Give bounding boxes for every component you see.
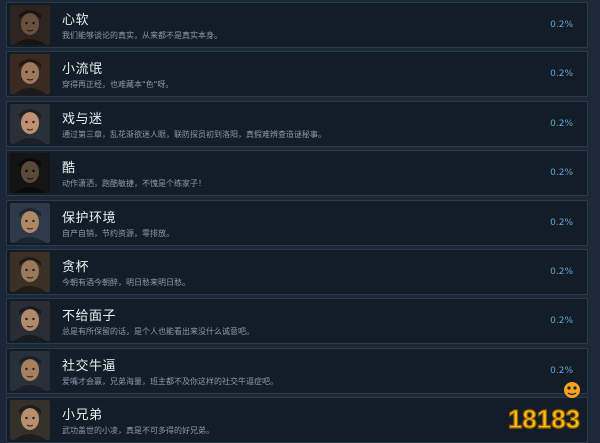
- achievement-title: 贪杯: [62, 256, 89, 275]
- achievement-row[interactable]: 酷动作潇洒，跑酷敏捷，不愧是个练家子！ 0.2%: [6, 150, 588, 196]
- unlock-percentage: 0.2%: [550, 119, 573, 129]
- unlock-percentage: 0.2%: [550, 267, 573, 277]
- achievement-title: 小流氓: [62, 58, 103, 77]
- achievement-row[interactable]: 不给面子总是有所保留的话，是个人也能看出来没什么诚意吧。 0.2%: [6, 298, 588, 344]
- achievement-title: 保护环境: [62, 207, 116, 226]
- portrait-man-hat-side-icon: [10, 301, 50, 341]
- portrait-man-outdoor-icon: [10, 351, 50, 391]
- achievement-row[interactable]: 小流氓穿得再正经，也难藏本"色"呀。 0.2%: [6, 51, 588, 97]
- achievement-title: 酷: [62, 157, 76, 176]
- achievement-description: 通过第三章，乱花渐欲迷人眼，联防探员初到洛阳，真假难辨查造谜秘事。: [62, 129, 326, 140]
- watermark-logo-icon: 18183: [498, 378, 590, 434]
- achievement-description: 武功盖世的小凌，真是不可多得的好兄弟。: [62, 425, 214, 436]
- portrait-man-official-hat-icon: [10, 54, 50, 94]
- achievement-description: 总是有所保留的话，是个人也能看出来没什么诚意吧。: [62, 326, 254, 337]
- portrait-man-laughing-icon: [10, 400, 50, 440]
- unlock-percentage: 0.2%: [550, 218, 573, 228]
- achievement-title: 戏与迷: [62, 108, 103, 127]
- portrait-man-headband-icon: [10, 203, 50, 243]
- achievement-description: 自产自销，节约资源，零排放。: [62, 228, 174, 239]
- achievement-row[interactable]: 保护环境自产自销，节约资源，零排放。 0.2%: [6, 200, 588, 246]
- watermark-text: 18183: [508, 404, 580, 434]
- unlock-percentage: 0.2%: [550, 316, 573, 326]
- achievement-description: 爱嘴才会赢，兄弟海量，班主都不及你这样的社交牛逼症吧。: [62, 376, 278, 387]
- unlock-percentage: 0.2%: [550, 69, 573, 79]
- unlock-percentage: 0.2%: [550, 20, 573, 30]
- achievement-description: 穿得再正经，也难藏本"色"呀。: [62, 79, 173, 90]
- watermark-logo: 18183: [498, 378, 590, 434]
- achievement-row[interactable]: 戏与迷通过第三章，乱花渐欲迷人眼，联防探员初到洛阳，真假难辨查造谜秘事。 0.2%: [6, 101, 588, 147]
- portrait-opera-performer-icon: [10, 104, 50, 144]
- achievement-title: 小兄弟: [62, 404, 103, 423]
- portrait-dark-scene-icon: [10, 153, 50, 193]
- portrait-man-dark-hair-icon: [10, 5, 50, 45]
- achievement-description: 动作潇洒，跑酷敏捷，不愧是个练家子！: [62, 178, 206, 189]
- achievement-row[interactable]: 心软我们能够谈论的真实，从来都不是真实本身。 0.2%: [6, 2, 588, 48]
- achievement-title: 不给面子: [62, 305, 116, 324]
- unlock-percentage: 0.2%: [550, 366, 573, 376]
- achievement-row[interactable]: 贪杯今朝有酒今朝醉，明日愁来明日愁。 0.2%: [6, 249, 588, 295]
- achievement-description: 今朝有酒今朝醉，明日愁来明日愁。: [62, 277, 190, 288]
- achievement-title: 心软: [62, 9, 89, 28]
- achievement-title: 社交牛逼: [62, 355, 116, 374]
- portrait-man-in-room-icon: [10, 252, 50, 292]
- unlock-percentage: 0.2%: [550, 168, 573, 178]
- achievement-description: 我们能够谈论的真实，从来都不是真实本身。: [62, 30, 222, 41]
